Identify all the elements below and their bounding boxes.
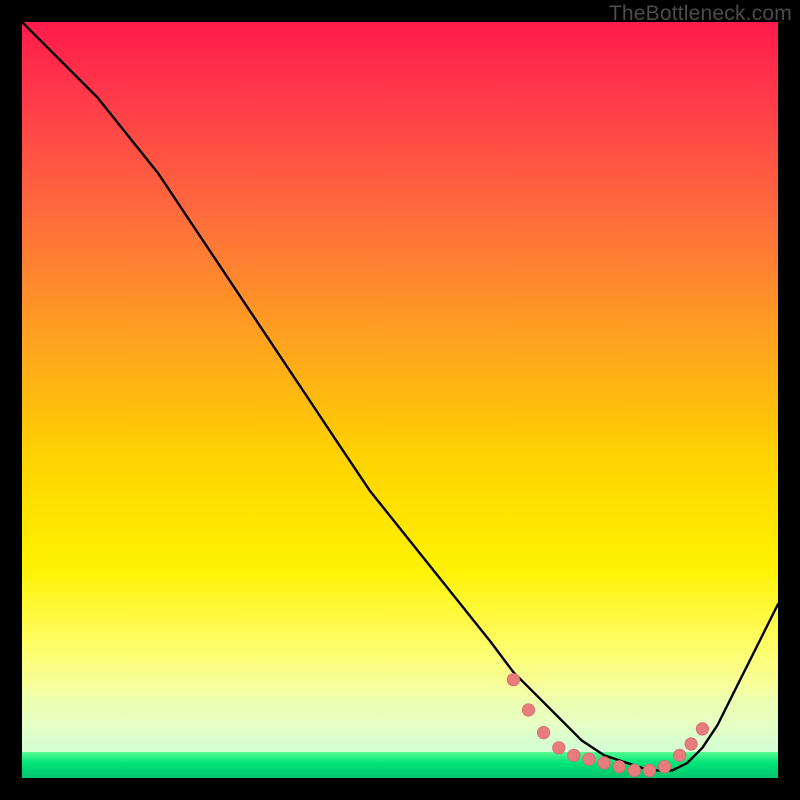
pale-band bbox=[22, 682, 778, 752]
cluster-dot bbox=[583, 753, 595, 765]
cluster-dot bbox=[598, 757, 610, 769]
cluster-dot bbox=[568, 749, 580, 761]
plot-area bbox=[22, 22, 778, 778]
cluster-dot bbox=[537, 726, 549, 738]
chart-frame: TheBottleneck.com bbox=[0, 0, 800, 800]
cluster-dot bbox=[613, 761, 625, 773]
cluster-dot bbox=[553, 742, 565, 754]
cluster-dot bbox=[696, 723, 708, 735]
bottleneck-curve bbox=[22, 22, 778, 770]
cluster-dot bbox=[628, 764, 640, 776]
cluster-dot bbox=[685, 738, 697, 750]
cluster-dot bbox=[507, 674, 519, 686]
cluster-dot bbox=[643, 764, 655, 776]
cluster-dot bbox=[674, 749, 686, 761]
cluster-dot bbox=[658, 761, 670, 773]
watermark-text: TheBottleneck.com bbox=[609, 2, 792, 26]
cluster-dot bbox=[522, 704, 534, 716]
curve-svg bbox=[22, 22, 778, 778]
dot-cluster bbox=[507, 674, 708, 777]
